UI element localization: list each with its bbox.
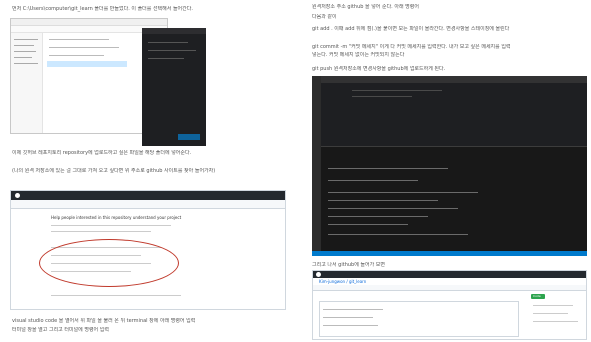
mid-text-1: 이제 깃허브 레포지토리 repository에 업로드하고 싶은 파일을 해당… <box>12 150 192 156</box>
intro-text: 먼저 C:\Users\computer\git_learn 폴더를 만들었다.… <box>12 6 193 12</box>
right-caption: 그리고 나서 github에 들어가 보면 <box>312 262 385 268</box>
bottom-text-2: 터미널 창을 열고 그리고 터미널에 명령어 입력 <box>12 327 109 333</box>
dialog-titlebar <box>142 28 206 34</box>
right-line-5: 넣는다. 커밋 메세지 없이는 커밋되지 않는다 <box>312 52 405 58</box>
right-column: 원격저장소 주소 github 을 넣어 준다. 아래 명령어 다음과 같이 g… <box>300 0 591 342</box>
github-header <box>11 191 285 200</box>
vscode-statusbar <box>312 251 587 256</box>
github-result-tabs <box>313 285 586 291</box>
bottom-text-1: visual studio code 을 열어서 위 파일 을 불러 온 뒤 t… <box>12 318 196 324</box>
right-line-1: 원격저장소 주소 github 을 넣어 준다. 아래 명령어 <box>312 4 419 10</box>
explorer-sidebar <box>11 33 43 133</box>
explorer-titlebar <box>11 19 167 26</box>
github-code-button[interactable]: Code <box>531 294 545 299</box>
red-circle-annotation <box>39 239 179 287</box>
explorer-selected-row[interactable] <box>47 61 127 67</box>
vscode-titlebar <box>321 76 587 83</box>
vscode-open-folder-dialog <box>142 28 206 146</box>
github-repo-screenshot: Help people interested in this repositor… <box>10 190 286 310</box>
github-logo-icon <box>15 193 20 198</box>
github-tabs <box>11 200 285 209</box>
github-result-header <box>313 271 586 278</box>
right-line-6: git push 원격저장소에 변경사항을 github에 업로드하게 된다. <box>312 66 446 72</box>
right-line-3: git add . 이때 add 뒤에 점(.)을 붙이면 모든 파일이 올라간… <box>312 26 510 32</box>
right-line-4: git commit -m "커밋 메세지" 이게 다 커밋 메세지를 입력한다… <box>312 44 511 50</box>
vscode-activity-bar <box>312 76 321 256</box>
terminal-panel[interactable] <box>321 146 587 256</box>
vscode-terminal-screenshot <box>312 76 587 256</box>
mid-text-2: (나의 원격 저장소에 있는 걸 그대로 가져 오고 싶다면 위 주소로 git… <box>12 168 216 174</box>
dialog-open-button[interactable] <box>178 134 200 140</box>
github-result-screenshot: Kim-jungwon / git_learn Code <box>312 270 587 340</box>
right-line-2: 다음과 같이 <box>312 14 337 20</box>
left-column: 먼저 C:\Users\computer\git_learn 폴더를 만들었다.… <box>0 0 295 342</box>
github-banner: Help people interested in this repositor… <box>51 215 182 220</box>
code-button-label: Code <box>533 294 541 298</box>
github-repo-title[interactable]: Kim-jungwon / git_learn <box>319 279 439 284</box>
github-file-list <box>319 301 519 337</box>
github-result-logo-icon <box>316 272 321 277</box>
